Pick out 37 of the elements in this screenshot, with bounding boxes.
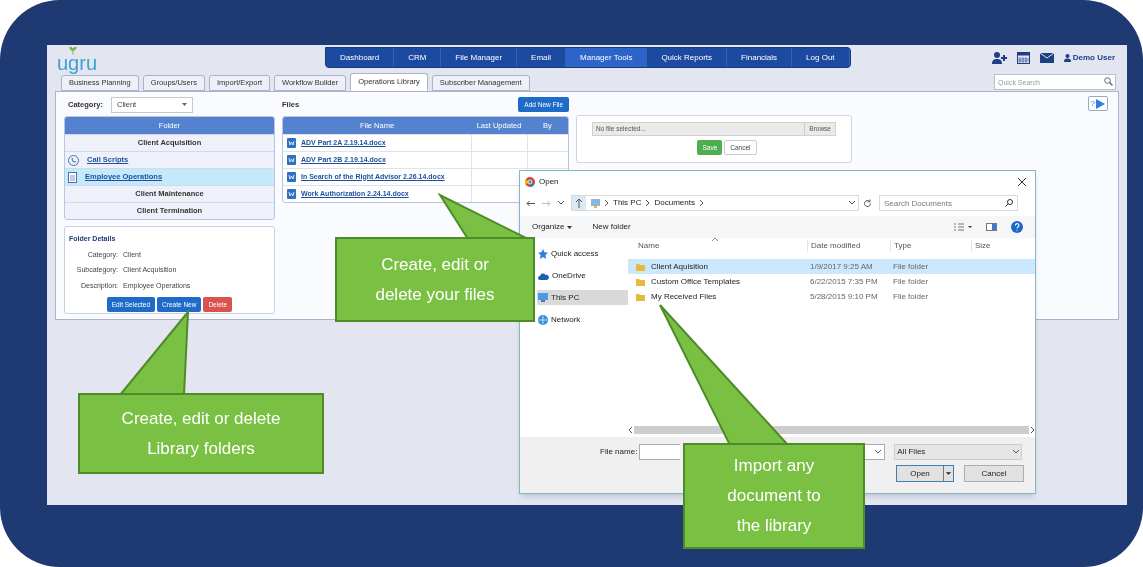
type-cell-text: File folder: [892, 290, 930, 303]
breadcrumb[interactable]: This PC: [613, 197, 642, 209]
date-cell-text: 6/22/2015 7:35 PM: [809, 275, 879, 288]
new-folder-button[interactable]: New folder: [592, 221, 631, 233]
type-cell-text: File folder: [892, 275, 930, 288]
file-type-select[interactable]: All Files: [894, 444, 1023, 460]
nav-item[interactable]: Quick access: [537, 246, 628, 261]
logo: ugru: [57, 55, 98, 72]
user-name[interactable]: Demo User: [1072, 51, 1115, 64]
nav-tab[interactable]: Dashboard: [326, 48, 395, 67]
type-cell-text: File folder: [892, 260, 930, 273]
date-cell-text: 1/9/2017 9:25 AM: [809, 260, 874, 273]
nav-item[interactable]: OneDrive: [537, 268, 628, 283]
address-bar[interactable]: This PC Documents: [571, 195, 859, 211]
date-cell-text: 5/28/2015 9:10 PM: [809, 290, 879, 303]
open-button[interactable]: Open: [896, 465, 954, 482]
file-row[interactable]: My Received Files 5/28/2015 9:10 PM File folder: [628, 289, 1035, 304]
organize-menu[interactable]: Organize: [532, 221, 573, 233]
column-header[interactable]: Type: [890, 239, 971, 252]
help-button[interactable]: ?: [1087, 96, 1108, 111]
breadcrumb[interactable]: Documents: [654, 197, 695, 209]
file-name-label: File name:: [600, 446, 638, 458]
nav-item[interactable]: This PC: [537, 290, 628, 305]
callout: Import any document to the library: [683, 443, 865, 549]
file-name: My Received Files: [651, 290, 717, 303]
column-header[interactable]: Name: [628, 239, 807, 252]
nav-item[interactable]: Network: [537, 312, 628, 327]
file-row[interactable]: Custom Office Templates 6/22/2015 7:35 PM File folder: [628, 274, 1035, 289]
nav-tab[interactable]: Manager Tools: [566, 48, 648, 67]
column-header[interactable]: Date modified: [807, 239, 890, 252]
column-header[interactable]: Size: [971, 239, 1035, 252]
file-name: Custom Office Templates: [651, 275, 741, 288]
file-name: Client Aquisition: [651, 260, 708, 273]
dialog-search-field[interactable]: Search Documents: [879, 195, 1018, 211]
dialog-title: Open: [539, 176, 559, 188]
file-row[interactable]: Client Aquisition 1/9/2017 9:25 AM File folder: [628, 259, 1035, 274]
dialog-cancel-button[interactable]: Cancel: [964, 465, 1024, 482]
